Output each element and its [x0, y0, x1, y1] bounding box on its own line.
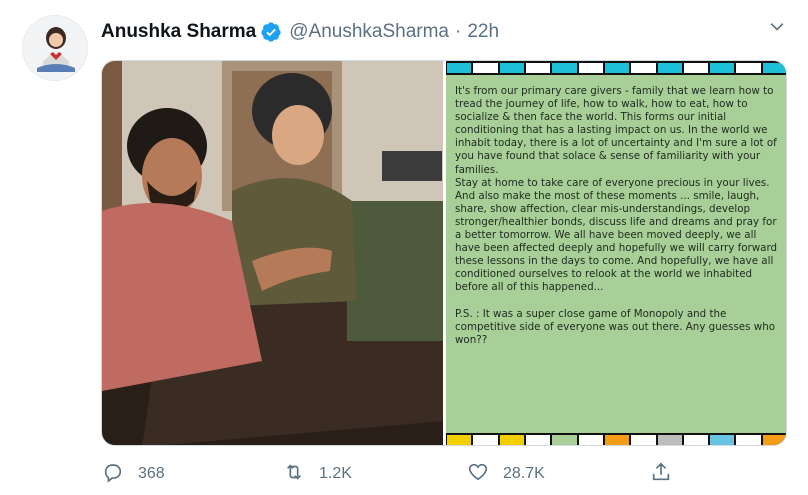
tweet-actions: 368 1.2K 28.7K: [102, 460, 682, 488]
tweet-media[interactable]: It's from our primary care givers - fami…: [101, 60, 787, 446]
board-cell: [657, 435, 682, 445]
board-strip-bottom: [446, 433, 786, 445]
board-cell: [473, 435, 498, 445]
retweet-icon: [283, 461, 305, 488]
chevron-down-icon[interactable]: [765, 15, 789, 39]
board-cell: [710, 435, 735, 445]
board-cell: [604, 63, 630, 73]
board-cell: [683, 435, 709, 445]
share-button[interactable]: [650, 460, 672, 488]
board-cell: [762, 435, 786, 445]
photo-image[interactable]: [102, 61, 443, 445]
board-cell: [499, 63, 524, 73]
board-cell: [631, 63, 656, 73]
avatar[interactable]: [22, 15, 88, 81]
board-cell: [447, 435, 472, 445]
board-cell: [710, 63, 735, 73]
board-cell: [631, 435, 656, 445]
user-handle[interactable]: @AnushkaSharma: [289, 21, 449, 43]
photo-scene: [102, 61, 443, 445]
board-cell: [499, 435, 524, 445]
share-icon: [650, 461, 672, 488]
reply-button[interactable]: 368: [102, 460, 165, 488]
board-cell: [473, 63, 498, 73]
board-cell: [604, 435, 630, 445]
display-name[interactable]: Anushka Sharma: [101, 21, 256, 43]
board-cell: [552, 435, 577, 445]
timestamp[interactable]: 22h: [467, 21, 499, 43]
board-cell: [525, 63, 551, 73]
board-strip-top: [446, 61, 786, 75]
board-cell: [447, 63, 472, 73]
separator-dot: ·: [455, 21, 462, 42]
like-icon: [467, 461, 489, 488]
note-image[interactable]: It's from our primary care givers - fami…: [446, 61, 786, 445]
board-cell: [578, 435, 603, 445]
board-cell: [736, 63, 761, 73]
verified-badge-icon: [260, 21, 282, 43]
tweet-card[interactable]: Anushka Sharma @AnushkaSharma · 22h It's…: [0, 0, 808, 495]
reply-count: 368: [138, 465, 165, 482]
like-button[interactable]: 28.7K: [467, 460, 545, 488]
board-cell: [683, 63, 709, 73]
tweet-header: Anushka Sharma @AnushkaSharma · 22h: [101, 20, 499, 44]
board-cell: [657, 63, 682, 73]
retweet-count: 1.2K: [319, 465, 352, 482]
reply-icon: [102, 461, 124, 488]
board-cell: [578, 63, 603, 73]
board-cell: [525, 435, 551, 445]
board-cell: [552, 63, 577, 73]
like-count: 28.7K: [503, 465, 545, 482]
retweet-button[interactable]: 1.2K: [283, 460, 352, 488]
board-cell: [762, 63, 786, 73]
avatar-illustration: [23, 16, 87, 80]
note-text: It's from our primary care givers - fami…: [455, 85, 778, 346]
board-cell: [736, 435, 761, 445]
